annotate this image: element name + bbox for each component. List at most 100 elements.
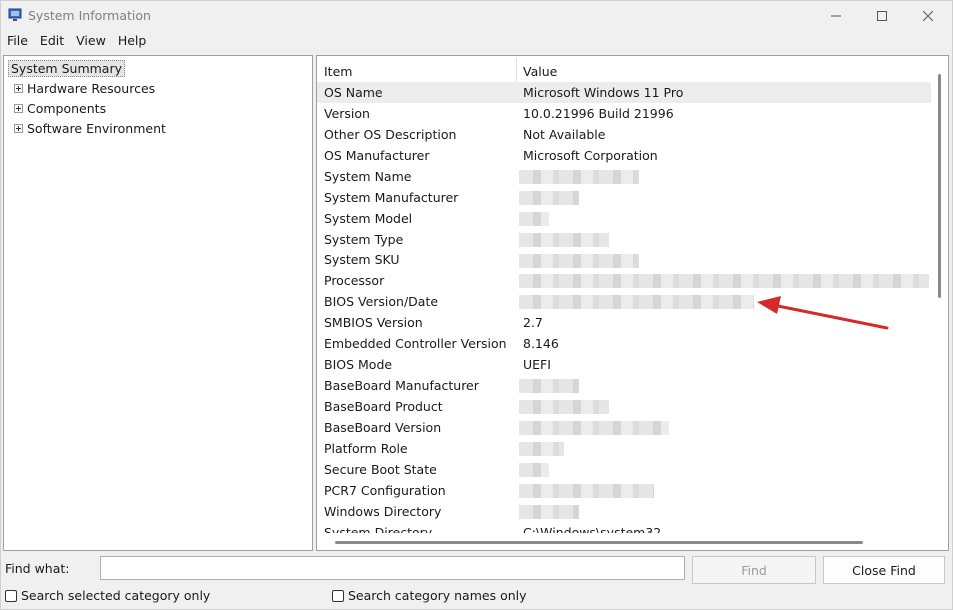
close-find-button[interactable]: Close Find	[823, 556, 945, 584]
table-row[interactable]: PCR7 Configuration	[317, 480, 931, 501]
checkbox-label: Search selected category only	[21, 588, 211, 603]
row-item-cell: System Manufacturer	[324, 189, 459, 205]
row-value-cell: Microsoft Corporation	[523, 147, 658, 163]
redacted-value	[519, 211, 549, 226]
window-title: System Information	[28, 8, 151, 23]
table-row[interactable]: BIOS Mode UEFI	[317, 354, 931, 375]
table-row[interactable]: BaseBoard Version	[317, 417, 931, 438]
row-item-cell: Other OS Description	[324, 126, 457, 142]
checkbox-label: Search category names only	[348, 588, 527, 603]
row-item-cell: Platform Role	[324, 440, 408, 456]
table-row[interactable]: Secure Boot State	[317, 459, 931, 480]
tree-item-label: Components	[27, 101, 107, 116]
menu-file[interactable]: File	[1, 31, 34, 51]
row-item-cell: BIOS Version/Date	[324, 294, 439, 310]
maximize-button[interactable]	[859, 1, 905, 31]
find-what-input[interactable]	[100, 556, 685, 580]
close-window-button[interactable]	[905, 1, 951, 31]
menu-bar: File Edit View Help	[1, 31, 152, 51]
table-row[interactable]: System SKU	[317, 250, 931, 271]
table-row[interactable]: BaseBoard Manufacturer	[317, 375, 931, 396]
table-row[interactable]: Version 10.0.21996 Build 21996	[317, 103, 931, 124]
tree-item-label: Hardware Resources	[27, 81, 156, 96]
table-row[interactable]: Platform Role	[317, 438, 931, 459]
redacted-value	[519, 462, 549, 477]
minimize-button[interactable]	[813, 1, 859, 31]
menu-edit[interactable]: Edit	[34, 31, 70, 51]
redacted-value	[519, 169, 639, 184]
row-value-cell: 2.7	[523, 315, 543, 331]
search-selected-category-checkbox[interactable]: Search selected category only	[5, 588, 210, 603]
row-item-cell: BIOS Mode	[324, 357, 393, 373]
redacted-value	[519, 441, 564, 456]
table-row[interactable]: SMBIOS Version 2.7	[317, 312, 931, 333]
row-item-cell: System Name	[324, 168, 412, 184]
vertical-scroll-thumb[interactable]	[938, 74, 941, 298]
details-list[interactable]: Item Value OS Name Microsoft Windows 11 P…	[316, 55, 949, 551]
row-item-cell: OS Name	[324, 84, 383, 100]
redacted-value	[519, 190, 579, 205]
redacted-value	[519, 295, 754, 310]
maximize-icon	[877, 11, 887, 21]
table-row[interactable]: System Model	[317, 208, 931, 229]
column-header-item[interactable]: Item	[324, 60, 352, 82]
table-row[interactable]: System Manufacturer	[317, 187, 931, 208]
table-row[interactable]: Embedded Controller Version 8.146	[317, 333, 931, 354]
row-item-cell: BaseBoard Product	[324, 399, 443, 415]
checkbox-box[interactable]	[5, 589, 17, 602]
expand-icon[interactable]	[14, 84, 23, 93]
row-item-cell: Windows Directory	[324, 503, 442, 519]
table-row[interactable]: OS Manufacturer Microsoft Corporation	[317, 145, 931, 166]
table-row[interactable]: System Name	[317, 166, 931, 187]
row-item-cell: PCR7 Configuration	[324, 482, 446, 498]
row-value-cell: Not Available	[523, 126, 606, 142]
checkbox-box[interactable]	[332, 589, 344, 602]
menu-help[interactable]: Help	[112, 31, 153, 51]
row-item-cell: OS Manufacturer	[324, 147, 430, 163]
tree-item-label: System Summary	[8, 60, 125, 77]
table-row[interactable]: System Type	[317, 229, 931, 250]
redacted-value	[519, 400, 609, 415]
table-row[interactable]: Processor	[317, 270, 931, 291]
table-row[interactable]: BaseBoard Product	[317, 396, 931, 417]
redacted-value	[519, 232, 609, 247]
tree-item-system-summary[interactable]: System Summary	[8, 59, 125, 78]
horizontal-scrollbar[interactable]	[317, 533, 931, 550]
system-information-window: System Information File Edit View Help S…	[0, 0, 953, 610]
tree-item-software-environment[interactable]: Software Environment	[14, 119, 166, 138]
vertical-scrollbar[interactable]	[931, 56, 948, 534]
table-row[interactable]: BIOS Version/Date	[317, 291, 931, 312]
row-value-cell: 10.0.21996 Build 21996	[523, 105, 674, 121]
column-header-value[interactable]: Value	[523, 60, 557, 82]
redacted-value	[519, 504, 579, 519]
column-divider[interactable]	[516, 58, 517, 82]
redacted-value	[519, 274, 929, 289]
table-row[interactable]: Other OS Description Not Available	[317, 124, 931, 145]
search-category-names-checkbox[interactable]: Search category names only	[332, 588, 527, 603]
find-button[interactable]: Find	[692, 556, 816, 584]
tree-item-components[interactable]: Components	[14, 99, 106, 118]
minimize-icon	[831, 15, 841, 17]
row-item-cell: System Type	[324, 231, 404, 247]
row-item-cell: Processor	[324, 273, 385, 289]
menu-view[interactable]: View	[70, 31, 112, 51]
row-value-cell: 8.146	[523, 336, 559, 352]
table-row[interactable]: OS Name Microsoft Windows 11 Pro	[317, 82, 931, 103]
redacted-value	[519, 483, 654, 498]
row-item-cell: Secure Boot State	[324, 461, 437, 477]
horizontal-scroll-thumb[interactable]	[335, 541, 863, 544]
redacted-value	[519, 379, 579, 394]
tree-item-label: Software Environment	[27, 121, 166, 136]
table-row[interactable]: Windows Directory	[317, 501, 931, 522]
category-tree[interactable]: System Summary Hardware Resources Compon…	[3, 55, 313, 551]
row-item-cell: System SKU	[324, 252, 400, 268]
expand-icon[interactable]	[14, 124, 23, 133]
row-value-cell: UEFI	[523, 357, 551, 373]
tree-item-hardware-resources[interactable]: Hardware Resources	[14, 79, 155, 98]
redacted-value	[519, 253, 639, 268]
row-item-cell: BaseBoard Manufacturer	[324, 378, 479, 394]
row-item-cell: Embedded Controller Version	[324, 336, 507, 352]
row-value-cell: Microsoft Windows 11 Pro	[523, 84, 684, 100]
expand-icon[interactable]	[14, 104, 23, 113]
close-icon	[923, 11, 933, 21]
